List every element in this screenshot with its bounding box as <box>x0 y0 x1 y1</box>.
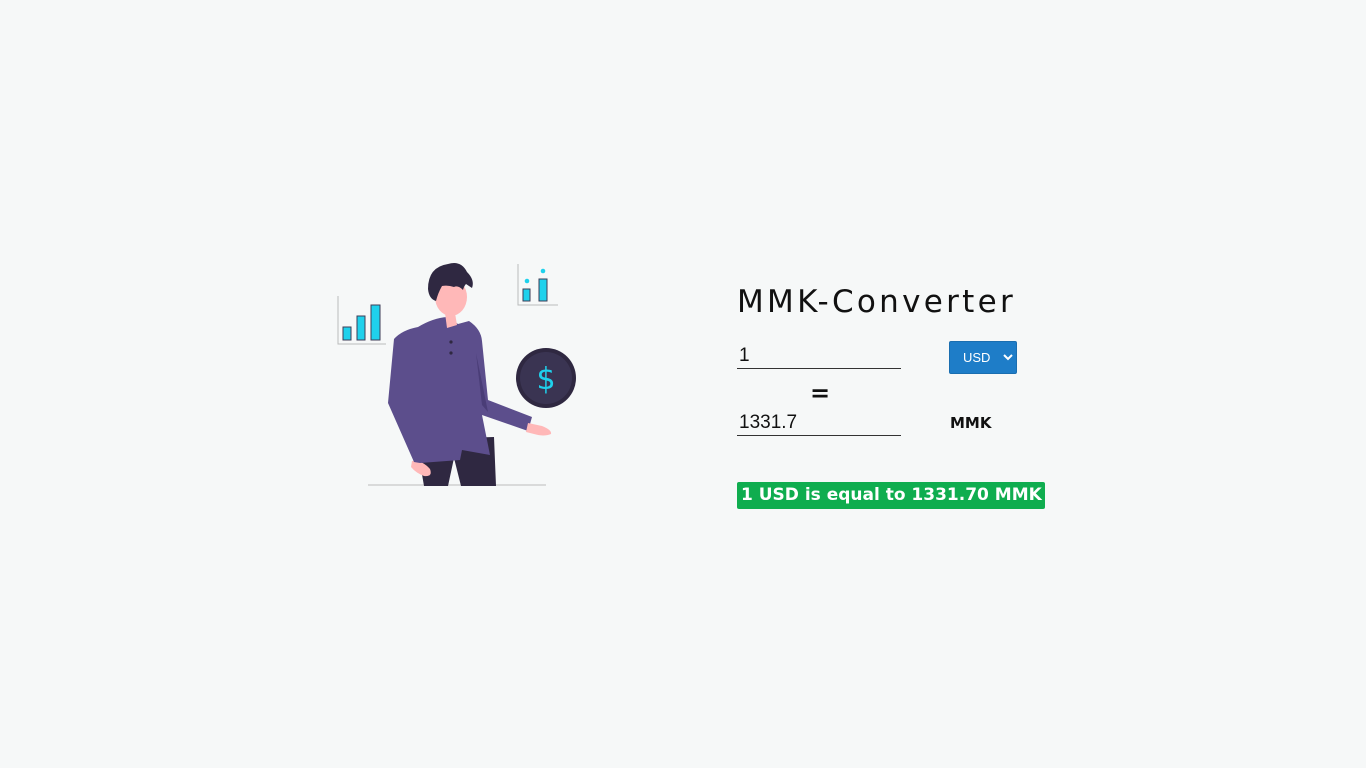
svg-text:$: $ <box>536 362 555 397</box>
converter-panel: MMK-Converter USD = MMK 1 USD is equal t… <box>737 280 1057 520</box>
currency-select[interactable]: USD <box>949 341 1017 374</box>
target-currency-label: MMK <box>950 414 992 432</box>
amount-input[interactable] <box>737 343 901 369</box>
result-input[interactable] <box>737 410 901 436</box>
person-with-dollar-coin-illustration: $ <box>337 263 576 486</box>
equals-sign: = <box>810 379 831 407</box>
page-title: MMK-Converter <box>737 284 1017 320</box>
result-banner: 1 USD is equal to 1331.70 MMK <box>737 482 1045 509</box>
dollar-coin-icon: $ <box>516 348 576 408</box>
bar-chart-left-icon <box>337 296 386 345</box>
hero-illustration: $ <box>330 255 590 495</box>
bar-chart-right-icon <box>517 264 558 306</box>
